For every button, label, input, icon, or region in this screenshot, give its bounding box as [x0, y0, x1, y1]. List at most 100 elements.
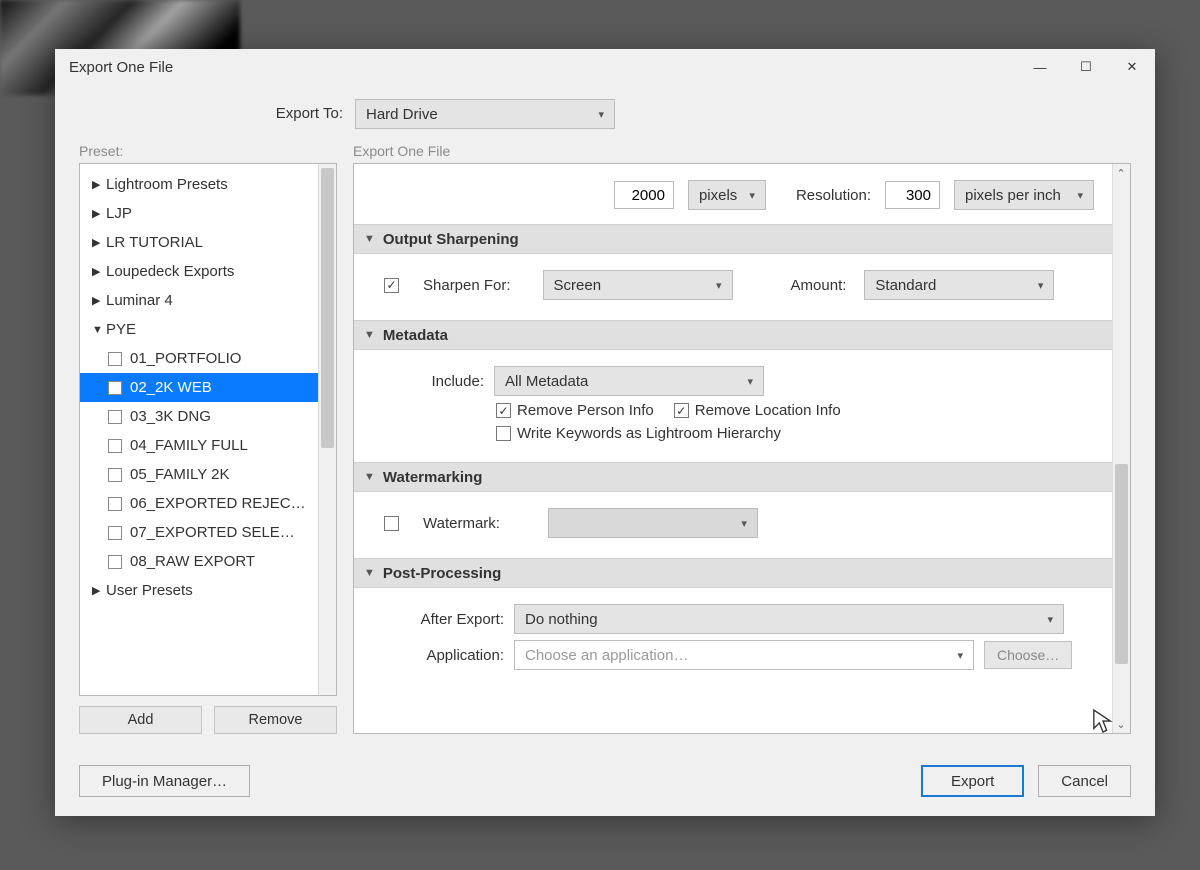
section-output-sharpening[interactable]: ▼ Output Sharpening [354, 224, 1112, 254]
preset-list[interactable]: ▶Lightroom Presets▶LJP▶LR TUTORIAL▶Loupe… [79, 163, 337, 696]
triangle-down-icon: ▼ [92, 324, 106, 336]
triangle-right-icon: ▶ [92, 265, 106, 278]
preset-item-label: 08_RAW EXPORT [130, 553, 255, 570]
preset-column: Preset: ▶Lightroom Presets▶LJP▶LR TUTORI… [79, 143, 337, 734]
cancel-button[interactable]: Cancel [1038, 765, 1131, 797]
plugin-manager-button[interactable]: Plug-in Manager… [79, 765, 250, 797]
image-sizing-row: 2000 pixels ▾ Resolution: 300 pixels per… [354, 172, 1112, 224]
include-select[interactable]: All Metadata ▾ [494, 366, 764, 396]
chevron-down-icon: ▾ [749, 189, 755, 202]
window-controls: — ☐ ✕ [1017, 49, 1155, 85]
add-preset-button[interactable]: Add [79, 706, 202, 734]
triangle-right-icon: ▶ [92, 294, 106, 307]
preset-item-checkbox[interactable] [108, 439, 122, 453]
sharpen-for-checkbox[interactable] [384, 278, 399, 293]
triangle-right-icon: ▶ [92, 178, 106, 191]
preset-label: Preset: [79, 143, 337, 159]
export-to-select[interactable]: Hard Drive ▾ [355, 99, 615, 129]
preset-item[interactable]: 01_PORTFOLIO [80, 344, 318, 373]
scroll-up-icon[interactable]: ⌃ [1114, 166, 1128, 180]
preset-item[interactable]: 07_EXPORTED SELE… [80, 518, 318, 547]
chevron-down-icon: ▾ [747, 375, 753, 388]
preset-item[interactable]: 03_3K DNG [80, 402, 318, 431]
preset-item[interactable]: 02_2K WEB [80, 373, 318, 402]
triangle-right-icon: ▶ [92, 584, 106, 597]
remove-location-checkbox[interactable] [674, 403, 689, 418]
choose-application-button[interactable]: Choose… [984, 641, 1072, 669]
triangle-down-icon: ▼ [364, 471, 375, 483]
chevron-down-icon: ▾ [741, 517, 747, 530]
preset-item-label: 01_PORTFOLIO [130, 350, 241, 367]
remove-location-label: Remove Location Info [695, 402, 841, 419]
settings-scrollbar[interactable] [1112, 164, 1130, 733]
preset-item-checkbox[interactable] [108, 497, 122, 511]
preset-item[interactable]: 06_EXPORTED REJEC… [80, 489, 318, 518]
section-metadata[interactable]: ▼ Metadata [354, 320, 1112, 350]
preset-item-checkbox[interactable] [108, 555, 122, 569]
preset-folder[interactable]: ▶LR TUTORIAL [80, 228, 318, 257]
preset-folder[interactable]: ▶Loupedeck Exports [80, 257, 318, 286]
preset-item-checkbox[interactable] [108, 352, 122, 366]
preset-item-checkbox[interactable] [108, 526, 122, 540]
resolution-input[interactable]: 300 [885, 181, 940, 209]
close-button[interactable]: ✕ [1109, 49, 1155, 85]
remove-person-checkbox[interactable] [496, 403, 511, 418]
triangle-down-icon: ▼ [364, 233, 375, 245]
preset-item-checkbox[interactable] [108, 381, 122, 395]
section-watermarking[interactable]: ▼ Watermarking [354, 462, 1112, 492]
preset-item-label: 02_2K WEB [130, 379, 212, 396]
preset-folder-label: User Presets [106, 582, 193, 599]
watermark-label: Watermark: [423, 515, 500, 532]
size-value-input[interactable]: 2000 [614, 181, 674, 209]
preset-folder[interactable]: ▶User Presets [80, 576, 318, 605]
preset-folder-label: LR TUTORIAL [106, 234, 203, 251]
settings-column: Export One File 2000 pixels ▾ Resolution… [353, 143, 1131, 734]
triangle-right-icon: ▶ [92, 236, 106, 249]
export-to-value: Hard Drive [366, 106, 438, 123]
preset-folder-label: Loupedeck Exports [106, 263, 234, 280]
maximize-button[interactable]: ☐ [1063, 49, 1109, 85]
resolution-label: Resolution: [796, 187, 871, 204]
preset-item[interactable]: 04_FAMILY FULL [80, 431, 318, 460]
preset-folder[interactable]: ▶Luminar 4 [80, 286, 318, 315]
preset-item[interactable]: 08_RAW EXPORT [80, 547, 318, 576]
titlebar: Export One File — ☐ ✕ [55, 49, 1155, 85]
section-post-processing[interactable]: ▼ Post-Processing [354, 558, 1112, 588]
export-dialog: Export One File — ☐ ✕ Export To: Hard Dr… [55, 49, 1155, 816]
minimize-button[interactable]: — [1017, 49, 1063, 85]
preset-item-label: 05_FAMILY 2K [130, 466, 230, 483]
preset-folder-label: Luminar 4 [106, 292, 173, 309]
triangle-down-icon: ▼ [364, 567, 375, 579]
preset-item-label: 03_3K DNG [130, 408, 211, 425]
amount-select[interactable]: Standard ▾ [864, 270, 1054, 300]
after-export-select[interactable]: Do nothing ▾ [514, 604, 1064, 634]
write-keywords-label: Write Keywords as Lightroom Hierarchy [517, 425, 781, 442]
preset-folder-label: PYE [106, 321, 136, 338]
preset-item-checkbox[interactable] [108, 410, 122, 424]
window-title: Export One File [69, 59, 173, 76]
preset-folder[interactable]: ▶Lightroom Presets [80, 170, 318, 199]
preset-scrollbar[interactable] [318, 164, 336, 695]
amount-label: Amount: [791, 277, 847, 294]
preset-item-checkbox[interactable] [108, 468, 122, 482]
chevron-down-icon: ▾ [957, 649, 963, 662]
sharpen-for-label: Sharpen For: [423, 277, 511, 294]
remove-person-label: Remove Person Info [517, 402, 654, 419]
sharpen-for-select[interactable]: Screen ▾ [543, 270, 733, 300]
preset-folder[interactable]: ▶LJP [80, 199, 318, 228]
write-keywords-checkbox[interactable] [496, 426, 511, 441]
triangle-down-icon: ▼ [364, 329, 375, 341]
export-button[interactable]: Export [921, 765, 1024, 797]
scroll-down-icon[interactable]: ⌄ [1114, 717, 1128, 731]
preset-item-label: 06_EXPORTED REJEC… [130, 495, 306, 512]
watermark-select: ▾ [548, 508, 758, 538]
application-select[interactable]: Choose an application… ▾ [514, 640, 974, 670]
preset-folder-label: Lightroom Presets [106, 176, 228, 193]
preset-item-label: 04_FAMILY FULL [130, 437, 248, 454]
size-unit-select[interactable]: pixels ▾ [688, 180, 766, 210]
watermark-checkbox[interactable] [384, 516, 399, 531]
remove-preset-button[interactable]: Remove [214, 706, 337, 734]
resolution-unit-select[interactable]: pixels per inch ▾ [954, 180, 1094, 210]
preset-folder[interactable]: ▼PYE [80, 315, 318, 344]
preset-item[interactable]: 05_FAMILY 2K [80, 460, 318, 489]
